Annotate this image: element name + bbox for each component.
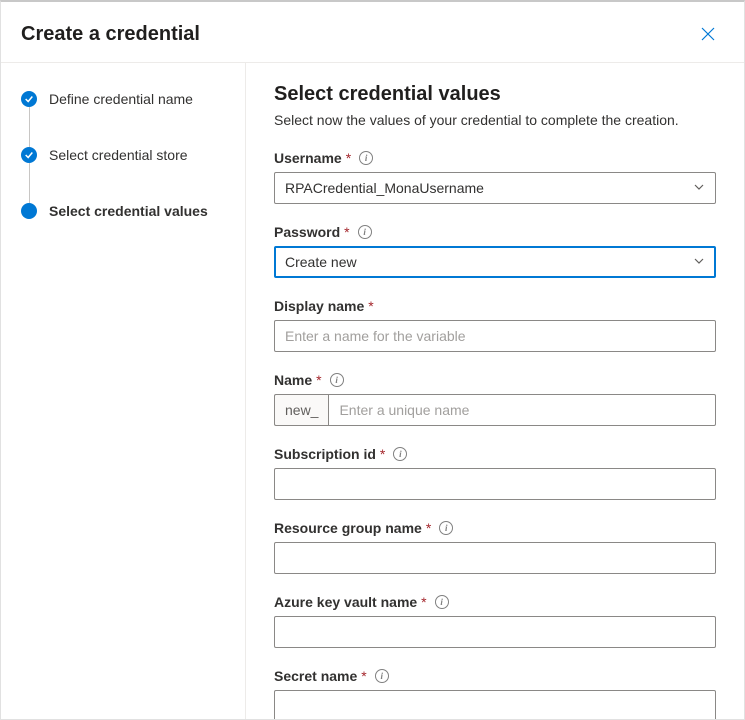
info-icon[interactable]: i [435,595,449,609]
field-label: Resource group name * i [274,520,716,536]
info-icon[interactable]: i [375,669,389,683]
field-password: Password * i Create new [274,224,716,278]
required-asterisk: * [421,594,426,610]
field-display-name: Display name * [274,298,716,352]
password-select[interactable]: Create new [274,246,716,278]
field-subscription-id: Subscription id * i [274,446,716,500]
required-asterisk: * [368,298,373,314]
close-button[interactable] [692,18,724,50]
chevron-down-icon [693,254,705,270]
info-icon[interactable]: i [359,151,373,165]
check-icon [21,147,37,163]
name-input[interactable] [328,394,716,426]
step-select-credential-store[interactable]: Select credential store [21,147,225,163]
username-value: RPACredential_MonaUsername [285,180,484,196]
step-define-credential-name[interactable]: Define credential name [21,91,225,107]
panel-title: Create a credential [21,23,200,46]
step-select-credential-values[interactable]: Select credential values [21,203,225,219]
field-label: Username * i [274,150,716,166]
section-subtitle: Select now the values of your credential… [274,112,716,128]
username-select[interactable]: RPACredential_MonaUsername [274,172,716,204]
azure-key-vault-name-input[interactable] [274,616,716,648]
step-label: Select credential values [49,203,208,219]
required-asterisk: * [316,372,321,388]
field-name: Name * i new_ [274,372,716,426]
required-asterisk: * [380,446,385,462]
required-asterisk: * [344,224,349,240]
field-label: Password * i [274,224,716,240]
check-icon [21,91,37,107]
required-asterisk: * [426,520,431,536]
subscription-id-input[interactable] [274,468,716,500]
panel-header: Create a credential [1,2,744,63]
password-value: Create new [285,254,357,270]
field-label: Subscription id * i [274,446,716,462]
info-icon[interactable]: i [358,225,372,239]
step-label: Define credential name [49,91,193,107]
field-label: Name * i [274,372,716,388]
field-label: Azure key vault name * i [274,594,716,610]
required-asterisk: * [361,668,366,684]
panel-body: Define credential name Select credential… [1,63,744,719]
step-connector [29,107,30,147]
field-label: Secret name * i [274,668,716,684]
field-username: Username * i RPACredential_MonaUsername [274,150,716,204]
info-icon[interactable]: i [393,447,407,461]
field-label: Display name * [274,298,716,314]
name-input-group: new_ [274,394,716,426]
info-icon[interactable]: i [439,521,453,535]
section-title: Select credential values [274,83,716,106]
resource-group-name-input[interactable] [274,542,716,574]
secret-name-input[interactable] [274,690,716,719]
field-resource-group-name: Resource group name * i [274,520,716,574]
step-connector [29,163,30,203]
name-prefix: new_ [274,394,328,426]
close-icon [701,27,715,41]
create-credential-panel: Create a credential Define credential na… [0,0,745,720]
step-label: Select credential store [49,147,188,163]
required-asterisk: * [346,150,351,166]
display-name-input[interactable] [274,320,716,352]
main-content: Select credential values Select now the … [246,63,744,719]
wizard-steps-sidebar: Define credential name Select credential… [1,63,246,719]
field-azure-key-vault-name: Azure key vault name * i [274,594,716,648]
info-icon[interactable]: i [330,373,344,387]
current-step-icon [21,203,37,219]
field-secret-name: Secret name * i [274,668,716,719]
chevron-down-icon [693,180,705,196]
